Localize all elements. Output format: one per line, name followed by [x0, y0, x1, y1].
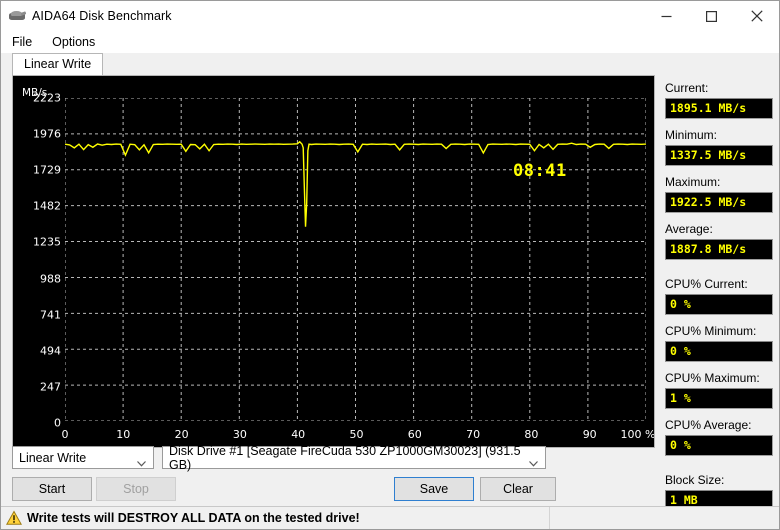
- y-tick-label: 1976: [33, 127, 61, 141]
- y-tick-label: 988: [40, 272, 61, 286]
- x-tick-label: 60: [407, 428, 422, 441]
- test-type-select[interactable]: Linear Write: [12, 446, 154, 469]
- chart-plot-area: [65, 98, 646, 421]
- main-content: MB/s 0 247 494 741 988 1235 1482 1729 1976 2223 0…: [1, 75, 779, 529]
- stat-group: Minimum: 1337.5 MB/s: [665, 128, 773, 166]
- x-tick-label: 40: [291, 428, 306, 441]
- stat-value: 0 %: [665, 341, 773, 362]
- benchmark-chart: MB/s 0 247 494 741 988 1235 1482 1729 1976 2223 0…: [12, 75, 655, 448]
- disk-drive-icon: [9, 8, 27, 24]
- stat-value: 1922.5 MB/s: [665, 192, 773, 213]
- stop-button: Stop: [96, 477, 176, 501]
- save-button[interactable]: Save: [394, 477, 474, 501]
- elapsed-timer: 08:41: [513, 161, 567, 181]
- status-bar-secondary-pane: [549, 507, 779, 529]
- close-icon[interactable]: [734, 1, 779, 31]
- start-button[interactable]: Start: [12, 477, 92, 501]
- stat-label: CPU% Minimum:: [665, 324, 757, 338]
- x-tick-label: 10: [116, 428, 131, 441]
- stat-group: CPU% Minimum: 0 %: [665, 324, 773, 362]
- x-tick-label: 20: [174, 428, 189, 441]
- window-title: AIDA64 Disk Benchmark: [32, 9, 172, 23]
- stat-group: Current: 1895.1 MB/s: [665, 81, 773, 119]
- maximize-icon[interactable]: [689, 1, 734, 31]
- stat-group: Average: 1887.8 MB/s: [665, 222, 773, 260]
- x-tick-label: 0: [61, 428, 69, 441]
- x-tick-label: 90: [582, 428, 597, 441]
- x-axis-labels: 0 10 20 30 40 50 60 70 80 90 100 %: [13, 428, 655, 444]
- y-tick-label: 494: [40, 344, 61, 358]
- y-tick-label: 1729: [33, 163, 61, 177]
- tab-linear-write[interactable]: Linear Write: [12, 53, 104, 75]
- stat-value: 1 %: [665, 388, 773, 409]
- stat-label: CPU% Current:: [665, 277, 748, 291]
- selector-row: Linear Write Disk Drive #1 [Seagate Fire…: [12, 443, 546, 472]
- y-axis-labels: 0 247 494 741 988 1235 1482 1729 1976 2223: [13, 76, 61, 447]
- menu-item-options[interactable]: Options: [50, 33, 104, 51]
- y-tick-label: 247: [40, 380, 61, 394]
- minimize-icon[interactable]: [644, 1, 689, 31]
- y-tick-label: 2223: [33, 91, 61, 105]
- stat-label: Minimum:: [665, 128, 718, 142]
- x-tick-label: 30: [232, 428, 247, 441]
- chevron-down-icon: [137, 456, 146, 470]
- test-type-value: Linear Write: [19, 450, 87, 465]
- x-tick-label: 100 %: [620, 428, 655, 441]
- clear-button[interactable]: Clear: [480, 477, 556, 501]
- stat-group: Maximum: 1922.5 MB/s: [665, 175, 773, 213]
- stat-label: CPU% Maximum:: [665, 371, 760, 385]
- x-tick-label: 70: [466, 428, 481, 441]
- stat-label: Average:: [665, 222, 713, 236]
- aida64-disk-benchmark-window: AIDA64 Disk Benchmark File Options Linea…: [0, 0, 780, 530]
- tab-strip: Linear Write: [1, 53, 779, 75]
- y-tick-label: 1235: [33, 235, 61, 249]
- drive-value: Disk Drive #1 [Seagate FireCuda 530 ZP10…: [169, 443, 521, 472]
- x-tick-label: 80: [524, 428, 539, 441]
- stat-value: 1887.8 MB/s: [665, 239, 773, 260]
- stat-label: CPU% Average:: [665, 418, 752, 432]
- x-tick-label: 50: [349, 428, 364, 441]
- action-button-row: Start Stop Save Clear: [12, 477, 556, 501]
- chart-svg: [65, 98, 646, 421]
- title-bar: AIDA64 Disk Benchmark: [1, 1, 779, 31]
- stat-group: CPU% Current: 0 %: [665, 277, 773, 315]
- stat-label: Maximum:: [665, 175, 721, 189]
- window-controls: [644, 1, 779, 31]
- menu-item-file[interactable]: File: [10, 33, 41, 51]
- stat-group: CPU% Maximum: 1 %: [665, 371, 773, 409]
- warning-triangle-icon: [5, 510, 23, 526]
- drive-select[interactable]: Disk Drive #1 [Seagate FireCuda 530 ZP10…: [162, 443, 546, 472]
- status-bar: Write tests will DESTROY ALL DATA on the…: [1, 506, 779, 529]
- chevron-down-icon: [529, 456, 538, 470]
- status-message: Write tests will DESTROY ALL DATA on the…: [27, 511, 360, 525]
- stat-value: 1337.5 MB/s: [665, 145, 773, 166]
- y-tick-label: 1482: [33, 199, 61, 213]
- menu-bar: File Options: [1, 31, 779, 53]
- stat-label: Current:: [665, 81, 709, 95]
- y-tick-label: 741: [40, 308, 61, 322]
- stat-value: 0 %: [665, 294, 773, 315]
- stat-value: 1895.1 MB/s: [665, 98, 773, 119]
